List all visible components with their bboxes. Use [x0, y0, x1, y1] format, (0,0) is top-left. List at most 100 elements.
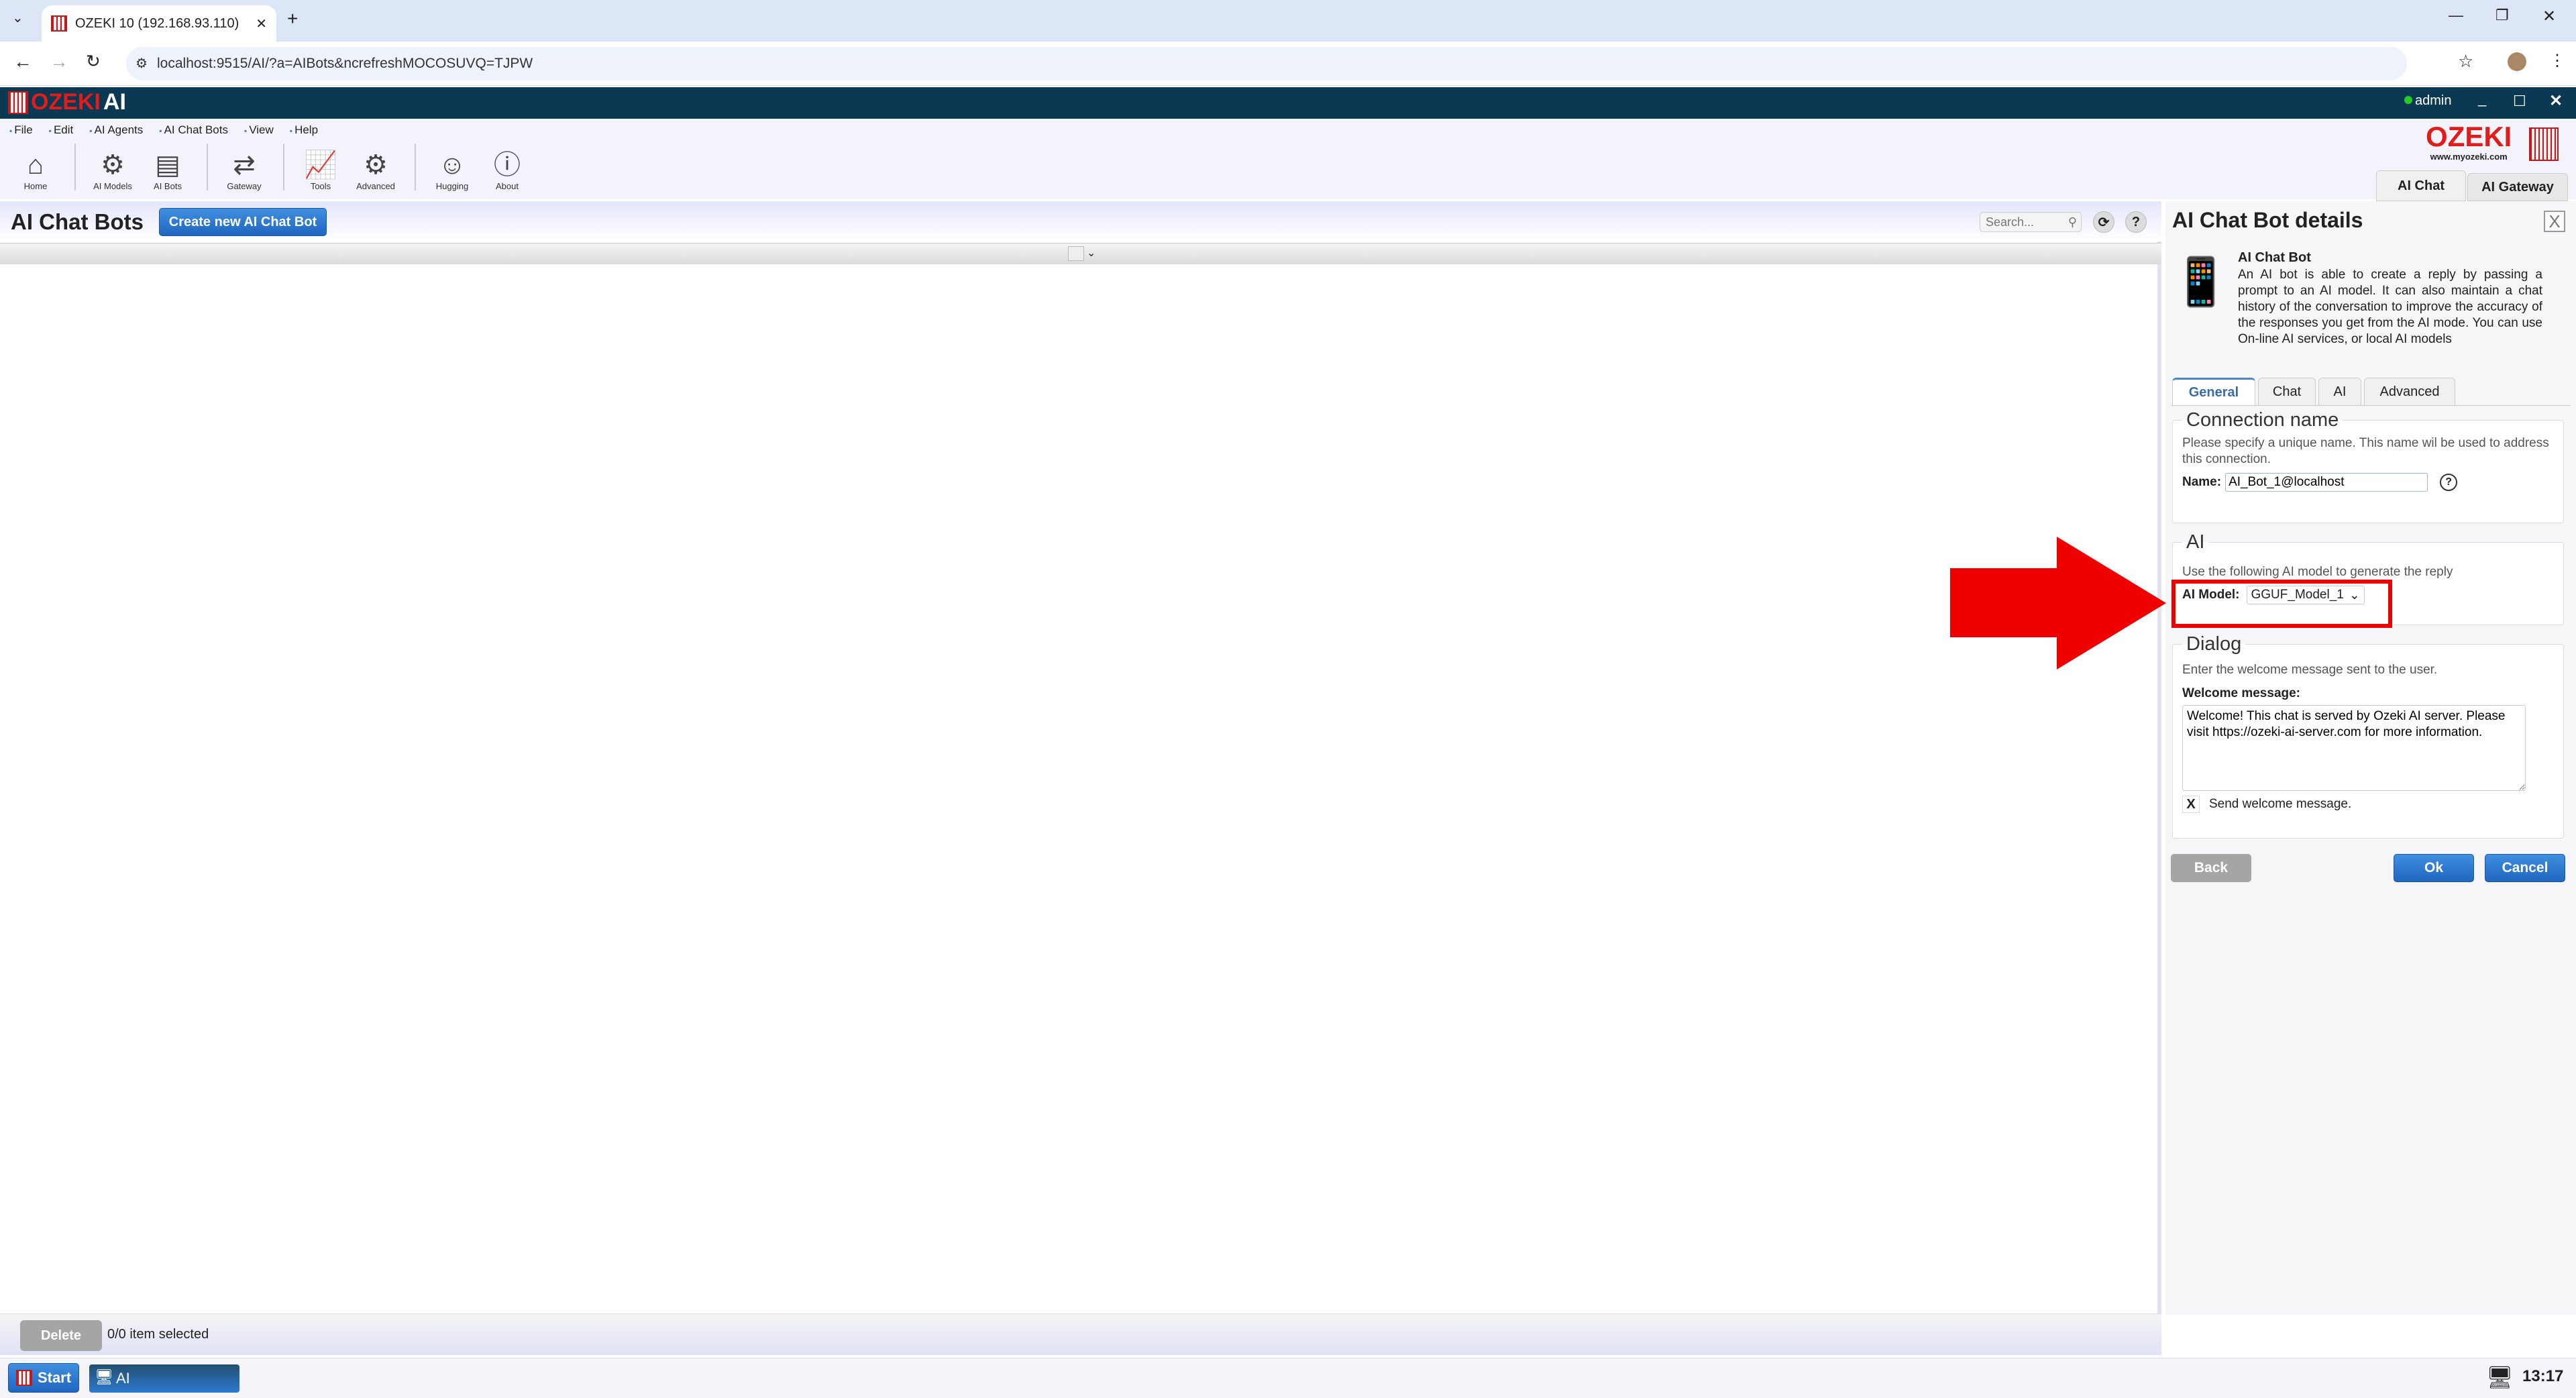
- bottom-bar: [0, 1313, 2161, 1355]
- tab-ai-gateway[interactable]: AI Gateway: [2467, 173, 2568, 201]
- tab-ai[interactable]: AI: [2318, 378, 2361, 406]
- start-button[interactable]: Start: [8, 1363, 79, 1393]
- welcome-message-textarea[interactable]: Welcome! This chat is served by Ozeki AI…: [2182, 705, 2526, 791]
- close-window-icon[interactable]: ✕: [2542, 7, 2556, 26]
- menu-ai-chat-bots[interactable]: AI Chat Bots: [159, 123, 228, 137]
- chat-bot-list: [0, 264, 2161, 1313]
- new-tab-icon[interactable]: +: [287, 8, 298, 30]
- tab-ai-chat[interactable]: AI Chat: [2376, 170, 2466, 201]
- create-chat-bot-button[interactable]: Create new AI Chat Bot: [159, 208, 327, 236]
- refresh-icon[interactable]: ⟳: [2093, 211, 2114, 233]
- ozeki-logo-icon: [8, 91, 28, 114]
- name-input[interactable]: [2225, 473, 2428, 492]
- menu-help[interactable]: Help: [290, 123, 318, 137]
- hugging-face-icon: ☺: [438, 150, 466, 180]
- info-icon: ⓘ: [494, 150, 521, 180]
- tab-advanced[interactable]: Advanced: [2364, 378, 2455, 406]
- toolbar-label: AI Models: [93, 181, 132, 191]
- toggle-checkbox[interactable]: [1068, 246, 1084, 261]
- bot-heading: AI Chat Bot: [2238, 250, 2311, 265]
- dialog-help: Enter the welcome message sent to the us…: [2182, 663, 2438, 677]
- toolbar-about[interactable]: ⓘ About: [480, 149, 534, 191]
- toolbar-hugging[interactable]: ☺ Hugging: [425, 149, 479, 191]
- name-label: Name:: [2182, 475, 2222, 489]
- toolbar-home[interactable]: ⌂ Home: [9, 149, 62, 191]
- menu-ai-agents[interactable]: AI Agents: [89, 123, 144, 137]
- connection-name-section: Connection name Please specify a unique …: [2172, 409, 2564, 523]
- menu-view[interactable]: View: [244, 123, 274, 137]
- toolbar-ai-bots[interactable]: ▤ AI Bots: [141, 149, 195, 191]
- back-button[interactable]: Back: [2171, 854, 2251, 882]
- ai-bots-icon: ▤: [155, 150, 180, 180]
- app-close-icon[interactable]: ✕: [2549, 91, 2563, 111]
- tab-general[interactable]: General: [2172, 378, 2255, 406]
- restore-window-icon[interactable]: ❐: [2496, 7, 2509, 24]
- panel-toggle-bar: ⌄: [0, 243, 2161, 264]
- toolbar-divider: [415, 144, 416, 191]
- back-icon[interactable]: ←: [13, 51, 32, 72]
- menu-file[interactable]: File: [9, 123, 32, 137]
- app-header: [0, 87, 2576, 119]
- section-legend: Connection name: [2186, 409, 2339, 431]
- logo-brand: OZEKI: [31, 89, 101, 115]
- gear-icon: ⚙: [364, 150, 388, 180]
- browser-tab-bar: ⌄ OZEKI 10 (192.168.93.110) ✕ + — ❐ ✕: [0, 0, 2576, 42]
- send-welcome-label: Send welcome message.: [2209, 797, 2352, 811]
- help-icon[interactable]: ?: [2125, 211, 2147, 233]
- toolbar-tools[interactable]: 📈 Tools: [294, 149, 347, 191]
- toolbar-label: Home: [23, 181, 48, 191]
- ai-models-icon: ⚙: [101, 150, 125, 180]
- desktop-icon[interactable]: 🖥: [2486, 1364, 2514, 1390]
- send-welcome-checkbox[interactable]: X: [2182, 796, 2200, 813]
- minimize-window-icon[interactable]: —: [2449, 7, 2463, 24]
- brand-logo-text: OZEKI: [2426, 121, 2512, 152]
- details-title: AI Chat Bot details: [2172, 208, 2363, 232]
- tab-divider: [2171, 405, 2571, 406]
- browser-menu-icon[interactable]: ⋮: [2549, 51, 2565, 70]
- delete-button[interactable]: Delete: [20, 1320, 102, 1351]
- annotation-highlight-box: [2171, 580, 2392, 628]
- close-details-button[interactable]: X: [2544, 211, 2565, 232]
- search-icon[interactable]: ⚲: [2068, 215, 2077, 229]
- menu-edit[interactable]: Edit: [49, 123, 73, 137]
- url-bar[interactable]: ⚙ localhost:9515/AI/?a=AIBots&ncrefreshM…: [126, 47, 2407, 80]
- toolbar-advanced[interactable]: ⚙ Advanced: [349, 149, 402, 191]
- bookmark-star-icon[interactable]: ☆: [2458, 51, 2473, 72]
- bot-description: AI Chat Bot An AI bot is able to create …: [2238, 250, 2542, 347]
- annotation-arrow-icon: [1950, 537, 2166, 669]
- address-row: ← → ↻ ⚙ localhost:9515/AI/?a=AIBots&ncre…: [0, 42, 2576, 86]
- cancel-button[interactable]: Cancel: [2485, 854, 2565, 882]
- tab-chat[interactable]: Chat: [2258, 378, 2316, 406]
- toolbar-divider: [207, 144, 208, 191]
- page-title: AI Chat Bots: [11, 209, 144, 234]
- ozeki-ai-logo: OZEKI AI: [8, 89, 126, 115]
- profile-avatar[interactable]: [2508, 52, 2526, 71]
- logo-product: AI: [103, 89, 126, 115]
- taskbar-app-label: AI: [116, 1370, 130, 1387]
- close-tab-icon[interactable]: ✕: [256, 15, 267, 32]
- chevron-down-icon[interactable]: ⌄: [1087, 246, 1095, 260]
- ai-help: Use the following AI model to generate t…: [2182, 565, 2453, 579]
- ozeki-start-icon: [15, 1370, 32, 1386]
- taskbar-ai-app[interactable]: 🖥 AI: [89, 1364, 239, 1393]
- ok-button[interactable]: Ok: [2394, 854, 2474, 882]
- toolbar-gateway[interactable]: ⇄ Gateway: [217, 149, 271, 191]
- app-minimize-icon[interactable]: _: [2478, 90, 2486, 107]
- forward-icon[interactable]: →: [50, 51, 68, 72]
- clock: 13:17: [2522, 1367, 2564, 1385]
- gateway-icon: ⇄: [233, 150, 256, 180]
- search-placeholder: Search...: [1986, 215, 2035, 229]
- user-name[interactable]: admin: [2415, 93, 2451, 109]
- tab-list-icon[interactable]: ⌄: [12, 9, 23, 26]
- toolbar-ai-models[interactable]: ⚙ AI Models: [86, 149, 140, 191]
- start-label: Start: [37, 1369, 72, 1386]
- search-input[interactable]: Search... ⚲: [1980, 212, 2082, 232]
- site-info-icon[interactable]: ⚙: [136, 55, 148, 72]
- name-help-icon[interactable]: ?: [2440, 474, 2458, 491]
- brand-url: www.myozeki.com: [2430, 152, 2508, 162]
- selection-status: 0/0 item selected: [107, 1327, 209, 1342]
- reload-icon[interactable]: ↻: [86, 51, 101, 72]
- section-legend: Dialog: [2186, 633, 2242, 655]
- browser-tab[interactable]: OZEKI 10 (192.168.93.110) ✕: [42, 5, 276, 42]
- app-maximize-icon[interactable]: ☐: [2513, 93, 2526, 110]
